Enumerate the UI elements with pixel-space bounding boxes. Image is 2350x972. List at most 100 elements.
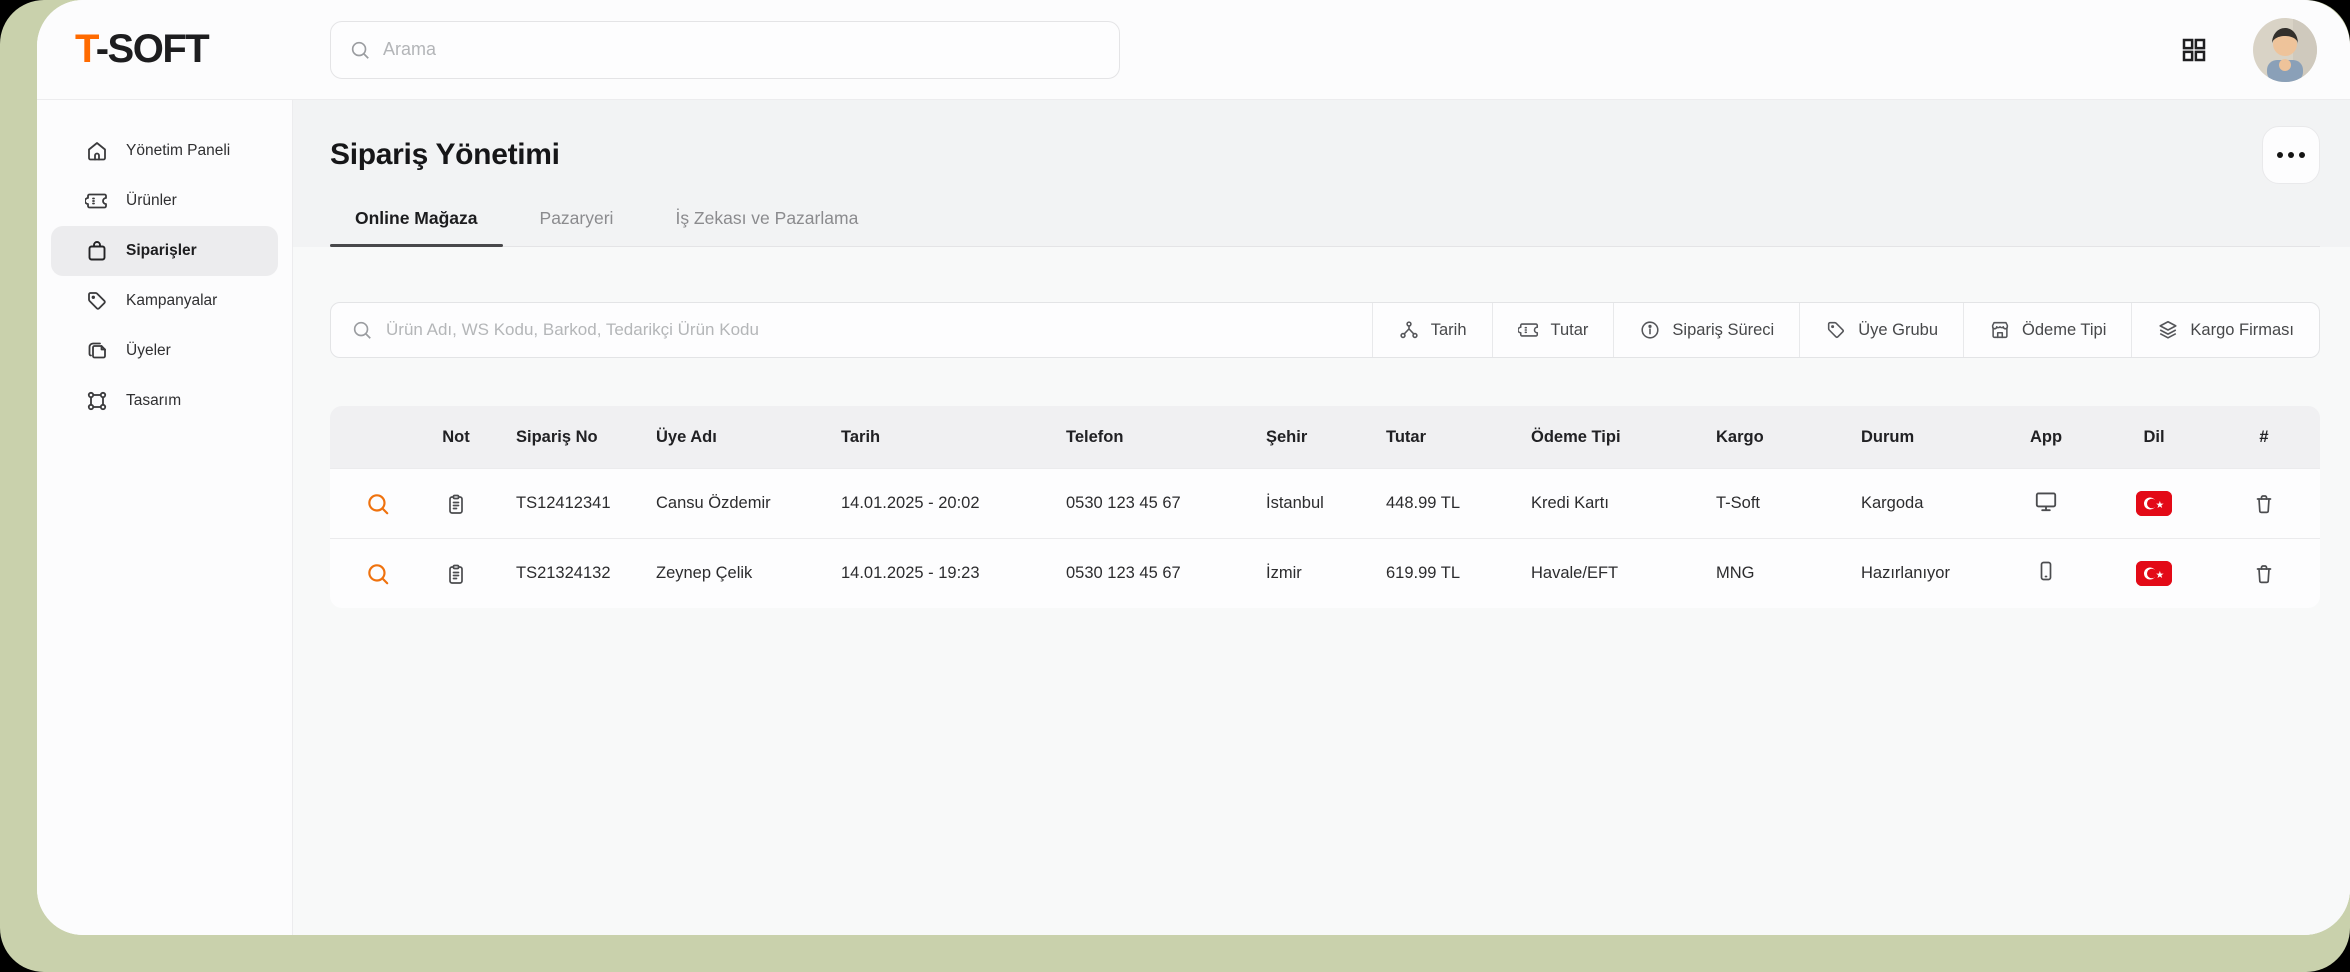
- col-telefon: Telefon: [1037, 406, 1237, 468]
- cell-phone: 0530 123 45 67: [1037, 468, 1237, 538]
- copy-pages-icon: [85, 339, 109, 363]
- col-kargo: Kargo: [1687, 406, 1832, 468]
- search-icon: [349, 39, 371, 61]
- filter-kargo-firmasi-button[interactable]: Kargo Firması: [2131, 303, 2319, 357]
- page-title: Sipariş Yönetimi: [330, 138, 560, 172]
- col-not: Not: [425, 406, 487, 468]
- order-search[interactable]: [331, 303, 1372, 357]
- store-icon: [1989, 319, 2011, 341]
- flow-icon: [1398, 319, 1420, 341]
- col-view: [330, 406, 425, 468]
- tab-pazaryeri[interactable]: Pazaryeri: [515, 208, 639, 246]
- topbar: T-SOFT: [37, 0, 2350, 100]
- sidebar-item-label: Yönetim Paneli: [126, 142, 230, 160]
- tab-is-zekasi-ve-pazarlama[interactable]: İş Zekası ve Pazarlama: [650, 208, 883, 246]
- cell-app: [1992, 468, 2100, 538]
- trash-icon: [2252, 492, 2276, 516]
- cell-amount: 619.99 TL: [1357, 538, 1502, 608]
- filter-tutar-button[interactable]: Tutar: [1492, 303, 1614, 357]
- sidebar-item-yonetim-paneli[interactable]: Yönetim Paneli: [51, 126, 278, 176]
- cell-cargo: T-Soft: [1687, 468, 1832, 538]
- trash-icon: [2252, 562, 2276, 586]
- orders-table: Not Sipariş No Üye Adı Tarih Telefon Şeh…: [330, 406, 2320, 608]
- desktop-background: T-SOFT: [0, 0, 2350, 972]
- filter-siparis-sureci-button[interactable]: Sipariş Süreci: [1613, 303, 1799, 357]
- col-uye-adi: Üye Adı: [627, 406, 812, 468]
- table-header-row: Not Sipariş No Üye Adı Tarih Telefon Şeh…: [330, 406, 2320, 468]
- note-button[interactable]: [444, 562, 468, 586]
- col-actions: #: [2208, 406, 2320, 468]
- tag-icon: [85, 289, 109, 313]
- sidebar-item-uyeler[interactable]: Üyeler: [51, 326, 278, 376]
- col-dil: Dil: [2100, 406, 2208, 468]
- cell-city: İstanbul: [1237, 468, 1357, 538]
- sidebar-item-kampanyalar[interactable]: Kampanyalar: [51, 276, 278, 326]
- cell-date: 14.01.2025 - 20:02: [812, 468, 1037, 538]
- cell-payment: Kredi Kartı: [1502, 468, 1687, 538]
- sidebar-item-label: Kampanyalar: [126, 292, 217, 310]
- order-search-input[interactable]: [386, 320, 1372, 340]
- cell-status: Hazırlanıyor: [1832, 538, 1992, 608]
- apps-grid-button[interactable]: [2179, 35, 2209, 65]
- col-tutar: Tutar: [1357, 406, 1502, 468]
- user-avatar[interactable]: [2253, 18, 2317, 82]
- delete-order-button[interactable]: [2252, 562, 2276, 586]
- search-icon: [365, 491, 391, 517]
- cell-language: [2100, 468, 2208, 538]
- cell-city: İzmir: [1237, 538, 1357, 608]
- cell-phone: 0530 123 45 67: [1037, 538, 1237, 608]
- note-button[interactable]: [444, 492, 468, 516]
- global-search-input[interactable]: [383, 39, 1101, 60]
- shopping-bag-icon: [85, 239, 109, 263]
- filter-uye-grubu-button[interactable]: Üye Grubu: [1799, 303, 1963, 357]
- app-window: T-SOFT: [37, 0, 2350, 935]
- view-order-button[interactable]: [365, 561, 391, 587]
- cell-language: [2100, 538, 2208, 608]
- tab-online-magaza[interactable]: Online Mağaza: [330, 208, 503, 246]
- cell-order-no: TS12412341: [487, 468, 627, 538]
- layers-icon: [2157, 319, 2179, 341]
- clipboard-icon: [444, 492, 468, 516]
- tag-icon: [1825, 319, 1847, 341]
- cell-name: Zeynep Çelik: [627, 538, 812, 608]
- filter-bar: Tarih Tutar Sipariş Süreci Üye Grub: [330, 302, 2320, 358]
- cell-order-no: TS21324132: [487, 538, 627, 608]
- col-app: App: [1992, 406, 2100, 468]
- mobile-icon: [2034, 559, 2058, 583]
- filter-tarih-button[interactable]: Tarih: [1372, 303, 1492, 357]
- ellipsis-icon: [2277, 152, 2283, 158]
- cell-date: 14.01.2025 - 19:23: [812, 538, 1037, 608]
- col-durum: Durum: [1832, 406, 1992, 468]
- cell-name: Cansu Özdemir: [627, 468, 812, 538]
- table-row: TS12412341 Cansu Özdemir 14.01.2025 - 20…: [330, 468, 2320, 538]
- filter-odeme-tipi-button[interactable]: Ödeme Tipi: [1963, 303, 2131, 357]
- vector-frame-icon: [85, 389, 109, 413]
- turkish-flag-icon: [2136, 491, 2172, 516]
- ticket-icon: [1518, 319, 1540, 341]
- avatar-image: [2253, 18, 2317, 82]
- col-tarih: Tarih: [812, 406, 1037, 468]
- sidebar-item-label: Ürünler: [126, 192, 177, 210]
- search-icon: [351, 319, 373, 341]
- delete-order-button[interactable]: [2252, 492, 2276, 516]
- more-options-button[interactable]: [2262, 126, 2320, 184]
- info-circle-icon: [1639, 319, 1661, 341]
- sidebar-item-siparisler[interactable]: Siparişler: [51, 226, 278, 276]
- search-icon: [365, 561, 391, 587]
- sidebar-item-label: Tasarım: [126, 392, 181, 410]
- col-odeme-tipi: Ödeme Tipi: [1502, 406, 1687, 468]
- cell-amount: 448.99 TL: [1357, 468, 1502, 538]
- sidebar-item-label: Üyeler: [126, 342, 171, 360]
- cell-payment: Havale/EFT: [1502, 538, 1687, 608]
- cell-status: Kargoda: [1832, 468, 1992, 538]
- cell-app: [1992, 538, 2100, 608]
- view-order-button[interactable]: [365, 491, 391, 517]
- sidebar-item-tasarim[interactable]: Tasarım: [51, 376, 278, 426]
- clipboard-icon: [444, 562, 468, 586]
- global-search[interactable]: [330, 21, 1120, 79]
- ticket-icon: [85, 189, 109, 213]
- desktop-icon: [2033, 488, 2059, 514]
- sidebar-item-urunler[interactable]: Ürünler: [51, 176, 278, 226]
- app-logo: T-SOFT: [75, 27, 293, 72]
- cell-cargo: MNG: [1687, 538, 1832, 608]
